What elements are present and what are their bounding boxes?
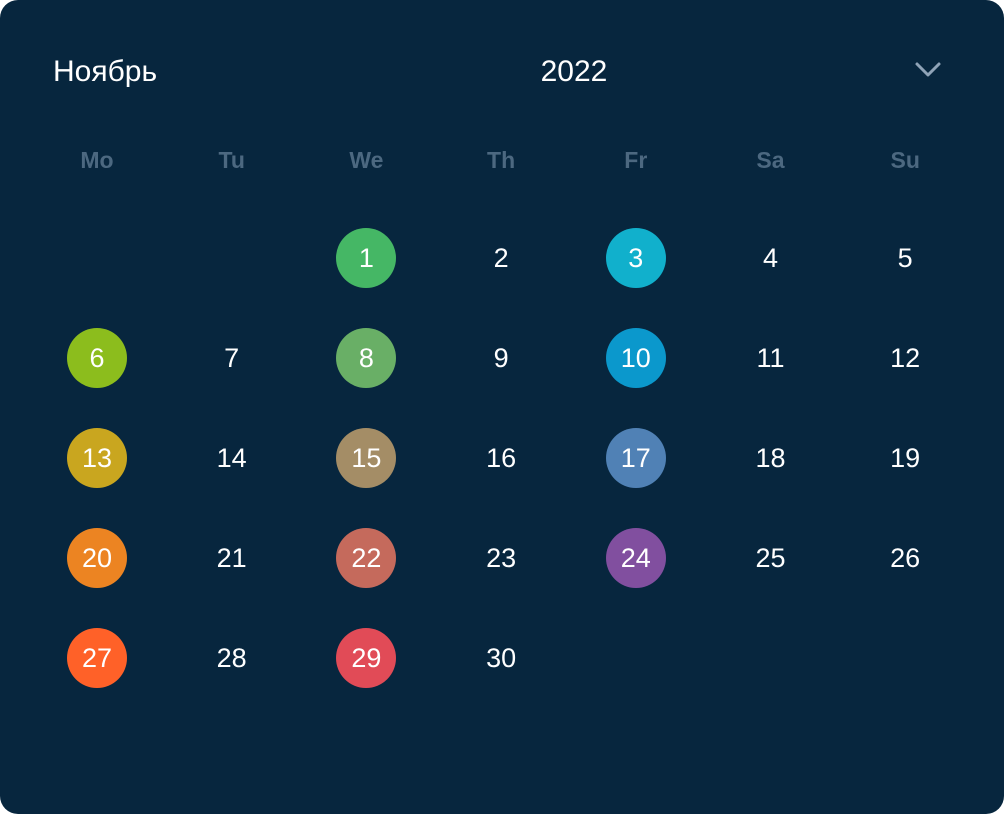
day-cell[interactable]: 12 [875,328,935,388]
day-cell-marked[interactable]: 24 [605,528,666,588]
day-cell[interactable]: 26 [875,528,935,588]
calendar-widget: Ноябрь 2022 Mo Tu We Th Fr Sa Su 1 2 3 4 5 6 7 8 9 10 11… [0,0,1004,814]
day-cell-marked[interactable]: 27 [67,628,127,688]
day-cell[interactable]: 11 [741,328,801,388]
day-cell[interactable]: 28 [202,628,262,688]
day-cell-marked[interactable]: 6 [67,328,127,388]
day-cell[interactable]: 16 [471,428,531,488]
weekday-label: Th [487,147,516,173]
weekday-label: We [349,147,384,173]
day-cell-marked[interactable]: 1 [336,228,397,288]
day-cell[interactable]: 23 [471,528,531,588]
day-cell[interactable]: 7 [202,328,262,388]
day-cell[interactable]: 5 [875,228,935,288]
month-label[interactable]: Ноябрь [53,50,157,94]
day-cell[interactable]: 30 [471,628,531,688]
day-cell[interactable]: 18 [741,428,801,488]
day-cell-marked[interactable]: 13 [67,428,127,488]
weekday-label: Tu [218,147,245,173]
day-cell-marked[interactable]: 29 [336,628,397,688]
day-cell[interactable]: 21 [202,528,262,588]
day-cell-marked[interactable]: 10 [605,328,666,388]
day-cell-marked[interactable]: 15 [336,428,397,488]
year-label[interactable]: 2022 [474,50,674,94]
day-cell[interactable]: 19 [875,428,935,488]
day-cell-marked[interactable]: 20 [67,528,127,588]
weekday-label: Sa [756,147,785,173]
day-cell-marked[interactable]: 8 [336,328,397,388]
day-grid: 1 2 3 4 5 6 7 8 9 10 11 12 13 14 15 16 17 18 19 20 21 22 23 24 2… [30,208,974,708]
day-cell-marked[interactable]: 17 [605,428,666,488]
day-cell-marked[interactable]: 22 [336,528,397,588]
day-cell[interactable]: 14 [202,428,262,488]
day-cell[interactable]: 9 [471,328,531,388]
day-cell-marked[interactable]: 3 [605,228,666,288]
weekday-label: Fr [624,147,648,173]
day-cell[interactable]: 2 [471,228,531,288]
day-cell[interactable]: 25 [741,528,801,588]
chevron-down-icon[interactable] [908,54,948,86]
day-cell[interactable]: 4 [741,228,801,288]
weekday-label: Mo [80,147,114,173]
weekday-header-row: Mo Tu We Th Fr Sa Su [30,140,974,180]
weekday-label: Su [890,147,920,173]
